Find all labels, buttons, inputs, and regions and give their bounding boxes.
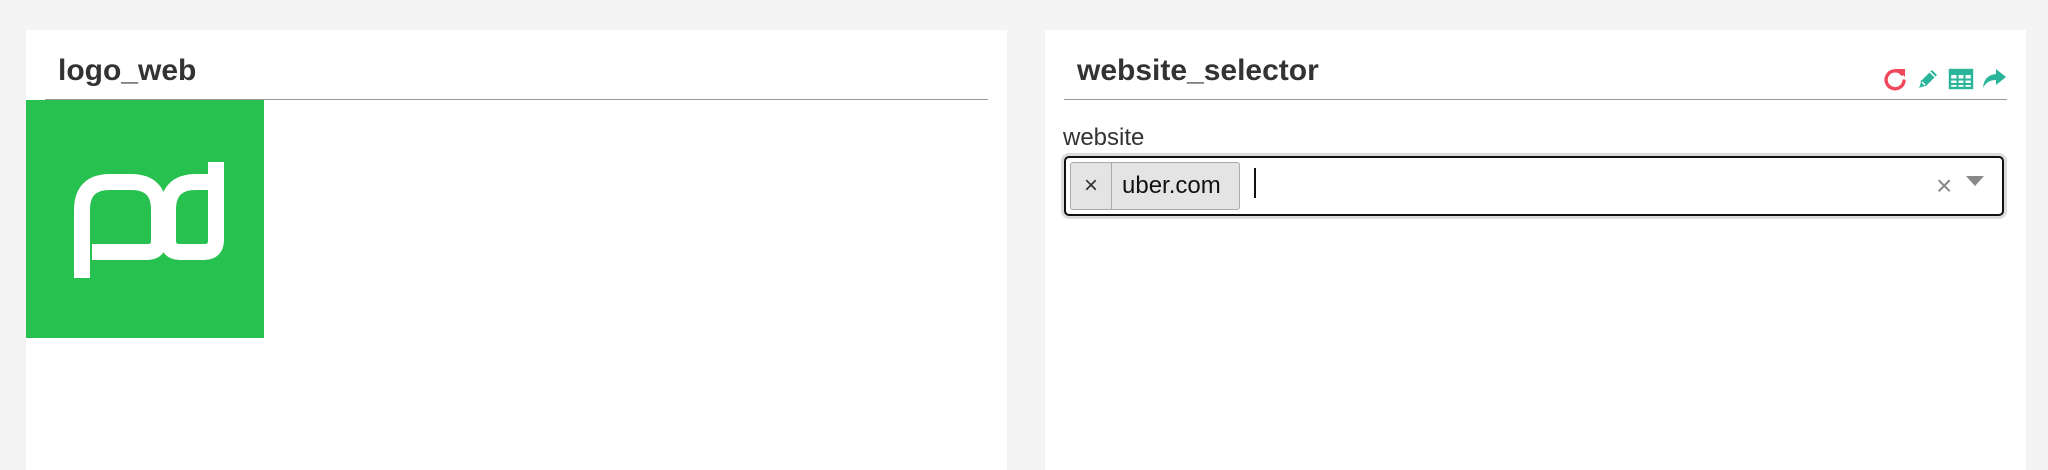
panel-header: logo_web <box>45 30 988 100</box>
pd-logo-mark <box>74 162 224 278</box>
website-label: website <box>1063 124 1145 151</box>
pd-logo <box>26 100 264 338</box>
table-icon[interactable] <box>1948 66 1974 92</box>
selected-chip: × uber.com <box>1070 162 1240 210</box>
panel-header: website_selector <box>1064 30 2007 100</box>
website-selector-panel: website_selector website × uber.com × <box>1045 30 2026 470</box>
website-search-input[interactable] <box>1249 168 1729 202</box>
clear-selection-button[interactable]: × <box>1936 168 1952 204</box>
panel-title: logo_web <box>58 54 197 87</box>
chip-remove-button[interactable]: × <box>1071 163 1112 209</box>
chevron-down-icon[interactable] <box>1966 176 1984 186</box>
text-cursor <box>1254 168 1256 198</box>
chip-label: uber.com <box>1122 172 1221 199</box>
share-icon[interactable] <box>1981 66 2007 92</box>
panel-toolbar <box>1882 64 2007 94</box>
website-select[interactable]: × uber.com × <box>1064 156 2004 216</box>
panel-title: website_selector <box>1077 54 1319 87</box>
pencil-icon[interactable] <box>1915 66 1941 92</box>
refresh-icon[interactable] <box>1882 66 1908 92</box>
logo-web-panel: logo_web <box>26 30 1007 470</box>
